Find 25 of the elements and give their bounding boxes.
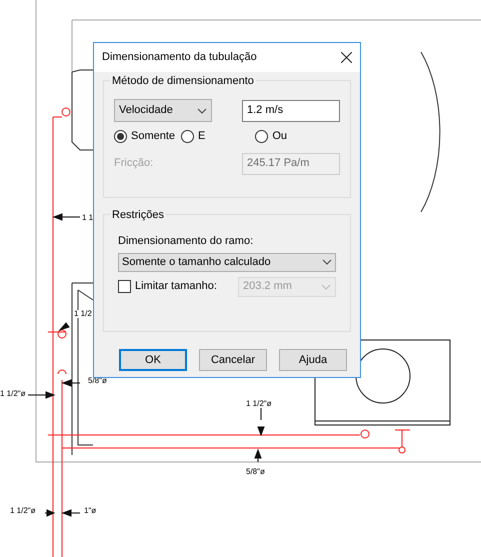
velocity-field[interactable]: 1.2 m/s — [242, 100, 340, 122]
limit-checkbox[interactable]: Limitar tamanho: — [118, 278, 217, 295]
method-dropdown[interactable]: Velocidade — [114, 99, 212, 122]
dimension-label: 1 1/2"ø — [10, 507, 36, 515]
branch-label: Dimensionamento do ramo: — [118, 234, 254, 249]
group-title: Restrições — [110, 207, 166, 224]
radio-option[interactable]: Somente — [114, 128, 176, 144]
window-title: Dimensionamento da tubulação — [102, 50, 257, 66]
close-icon[interactable] — [341, 52, 352, 63]
branch-dropdown[interactable]: Somente o tamanho calculado — [118, 252, 336, 272]
dimension-label: 1 1 — [82, 214, 94, 222]
dialog-button[interactable]: Ajuda — [279, 349, 347, 371]
chevron-down-icon — [197, 108, 207, 114]
chevron-down-icon — [322, 259, 332, 265]
friction-label: Fricção: — [114, 156, 154, 172]
radio-option[interactable]: Ou — [255, 128, 288, 144]
dialog-button[interactable]: OK — [119, 349, 187, 371]
dimension-label: 1 1/2"ø — [246, 400, 272, 408]
dimension-label: 1 1/2"ø — [0, 390, 26, 398]
dimension-label: 1 1/2 — [74, 310, 92, 318]
dialog-button[interactable]: Cancelar — [199, 349, 267, 371]
dimension-label: 1"ø — [84, 507, 96, 515]
dimension-label: 5/8"ø — [246, 468, 265, 476]
chevron-down-icon — [321, 284, 331, 290]
radio-option[interactable]: E — [181, 128, 206, 144]
